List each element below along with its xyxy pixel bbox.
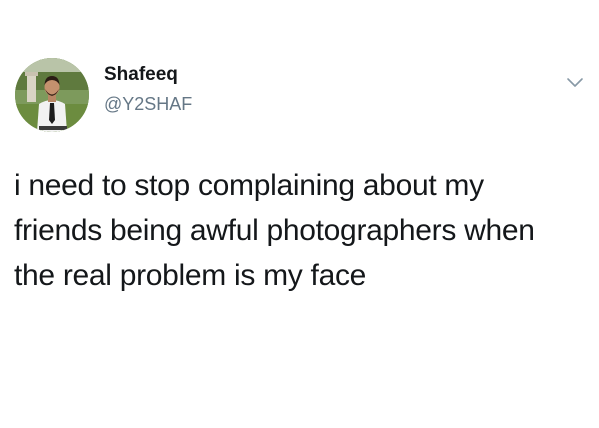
avatar-photo-icon xyxy=(15,58,89,132)
tweet-text-line: the real problem is my face xyxy=(14,259,367,292)
tweet-text-line: i need to stop complaining about my xyxy=(14,169,484,202)
author-avatar[interactable] xyxy=(15,58,89,132)
tweet-text-line: friends being awful photographers when xyxy=(14,214,535,247)
author-display-name[interactable]: Shafeeq xyxy=(104,64,178,86)
tweet-text: i need to stop complaining about my frie… xyxy=(14,163,584,298)
tweet-card: Shafeeq @Y2SHAF i need to stop complaini… xyxy=(0,0,599,428)
chevron-down-icon xyxy=(567,78,583,87)
author-handle[interactable]: @Y2SHAF xyxy=(104,94,192,115)
tweet-menu-button[interactable] xyxy=(566,76,584,90)
